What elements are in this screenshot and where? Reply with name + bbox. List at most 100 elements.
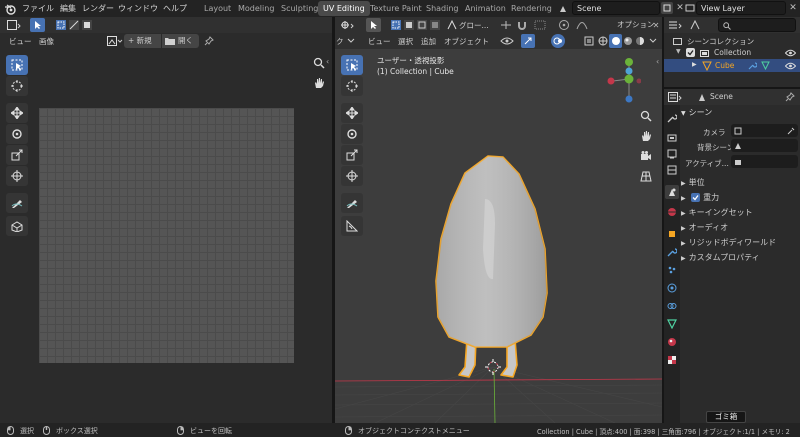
mode-dropdown[interactable]: ク [336, 36, 344, 47]
uv-select-modes-icon[interactable] [54, 18, 100, 32]
tab-scene-icon[interactable] [665, 185, 679, 199]
perspective-toggle-icon[interactable] [637, 167, 655, 185]
outliner-row-collection[interactable]: ▼ Collection [664, 47, 800, 59]
uv-tool-scale[interactable] [6, 145, 28, 165]
gravity-checkbox[interactable] [691, 193, 701, 202]
xray-toggle-icon[interactable] [583, 35, 595, 47]
tab-rendering[interactable]: Rendering [506, 1, 557, 16]
viewport-menu-view[interactable]: ビュー [368, 36, 391, 47]
viewport-tool-transform[interactable] [341, 166, 363, 186]
collection-checkbox[interactable] [686, 48, 695, 57]
outliner-type-icon[interactable] [667, 19, 683, 31]
viewport-menu-add[interactable]: 追加 [421, 36, 436, 47]
outliner-row-cube[interactable]: ▶ Cube [664, 59, 800, 72]
camera-view-icon[interactable] [637, 147, 655, 165]
editor-type-icon[interactable] [5, 19, 23, 31]
blender-logo-icon[interactable] [3, 2, 16, 15]
viewport-select-tool-icon[interactable] [366, 18, 381, 32]
bg-scene-field[interactable] [731, 139, 798, 152]
viewport-editor-type-icon[interactable] [338, 19, 356, 31]
panel-gravity[interactable]: ▶ 重力 [681, 192, 719, 203]
pivot-icon[interactable] [499, 19, 513, 31]
tab-render-icon[interactable] [665, 131, 679, 145]
uv-tool-move[interactable] [6, 103, 28, 123]
tab-material-icon[interactable] [665, 335, 679, 349]
tab-texture-icon[interactable] [665, 353, 679, 367]
collection-expand-icon[interactable]: ▼ [676, 48, 681, 55]
transform-orientation-label[interactable]: グロー... [459, 20, 489, 31]
tab-shading[interactable]: Shading [421, 1, 464, 16]
cube-visibility-icon[interactable] [784, 61, 796, 71]
visibility-toggle-icon[interactable] [499, 35, 515, 47]
tab-modifier-icon[interactable] [665, 245, 679, 259]
shading-wireframe-icon[interactable] [597, 35, 609, 47]
uv-tool-grab[interactable] [6, 216, 28, 236]
panel-audio[interactable]: ▶ オーディオ [681, 222, 728, 233]
tab-world-icon[interactable] [665, 205, 679, 219]
menu-file[interactable]: ファイル [22, 3, 54, 14]
overlay-toggle-icon[interactable] [551, 34, 565, 48]
properties-pin-icon[interactable] [784, 91, 796, 103]
outliner-search-input[interactable] [718, 18, 796, 32]
viewport-zoom-icon[interactable] [637, 107, 655, 125]
uv-menu-view[interactable]: ビュー [9, 36, 32, 47]
tab-object-icon[interactable] [665, 227, 679, 241]
outliner-filter-icon[interactable] [688, 19, 702, 31]
mesh-select-mode-icon[interactable] [390, 18, 440, 32]
uv-menu-image[interactable]: 画像 [39, 36, 54, 47]
tab-modeling[interactable]: Modeling [233, 1, 279, 16]
menu-window[interactable]: ウィンドウ [118, 3, 158, 14]
menu-help[interactable]: ヘルプ [163, 3, 187, 14]
uv-pan-icon[interactable] [310, 74, 328, 92]
viewport-pan-icon[interactable] [637, 127, 655, 145]
section-scene-header[interactable]: ▼ シーン [681, 107, 800, 120]
tab-sculpting[interactable]: Sculpting [276, 1, 323, 16]
gizmo-toggle-icon[interactable] [521, 34, 535, 48]
tab-physics-icon[interactable] [665, 281, 679, 295]
shading-options-chevron-icon[interactable] [648, 36, 658, 46]
tab-view-layer-icon[interactable] [665, 163, 679, 177]
close-area-icon[interactable]: ✕ [651, 19, 661, 31]
uv-tool-annotate[interactable] [6, 193, 28, 213]
uv-grid[interactable] [39, 108, 294, 363]
tab-texture-paint[interactable]: Texture Paint [365, 1, 427, 16]
uv-tool-select[interactable] [6, 55, 28, 75]
viewport-scene[interactable] [335, 49, 662, 423]
tab-layout[interactable]: Layout [199, 1, 236, 16]
panel-keying-sets[interactable]: ▶ キーイングセット [681, 207, 753, 218]
new-scene-icon[interactable] [661, 2, 673, 14]
open-image-button[interactable]: 開く [162, 34, 199, 48]
tab-tool-icon[interactable] [665, 111, 679, 125]
menu-render[interactable]: レンダー [82, 3, 114, 14]
viewport-tool-move[interactable] [341, 103, 363, 123]
proportional-edit-icon[interactable] [557, 19, 571, 31]
properties-type-icon[interactable] [667, 91, 683, 103]
uv-tool-cursor[interactable] [6, 76, 28, 96]
mode-dropdown-chevron-icon[interactable] [345, 36, 357, 46]
panel-custom-properties[interactable]: ▶ カスタムプロパティ [681, 252, 760, 263]
view-layer-field[interactable]: View Layer [696, 1, 786, 15]
panel-units[interactable]: ▶ 単位 [681, 177, 705, 188]
image-browse-icon[interactable] [106, 35, 124, 47]
new-image-button[interactable]: + 新規 [124, 34, 161, 48]
viewport-tool-scale[interactable] [341, 145, 363, 165]
viewport-menu-select[interactable]: 選択 [398, 36, 413, 47]
falloff-icon[interactable] [575, 19, 589, 31]
shading-material-icon[interactable] [622, 35, 634, 47]
uv-sidebar-toggle[interactable]: ‹ [326, 57, 329, 66]
cube-expand-icon[interactable]: ▶ [692, 61, 697, 68]
scene-name-field[interactable]: Scene [572, 1, 660, 15]
tab-particles-icon[interactable] [665, 263, 679, 277]
panel-rigid-body-world[interactable]: ▶ リジッドボディワールド [681, 237, 776, 248]
camera-field[interactable] [731, 124, 798, 137]
tab-uv-editing[interactable]: UV Editing [318, 1, 370, 16]
camera-eyedropper-icon[interactable] [786, 126, 795, 135]
pin-icon[interactable] [203, 35, 215, 47]
menu-edit[interactable]: 編集 [60, 3, 76, 14]
uv-tool-rotate[interactable] [6, 124, 28, 144]
tab-data-icon[interactable] [665, 317, 679, 331]
viewport-tool-rotate[interactable] [341, 124, 363, 144]
viewport-sidebar-toggle[interactable]: ‹ [656, 57, 659, 66]
snap-icon[interactable] [515, 19, 529, 31]
select-tool-icon[interactable] [30, 18, 45, 32]
